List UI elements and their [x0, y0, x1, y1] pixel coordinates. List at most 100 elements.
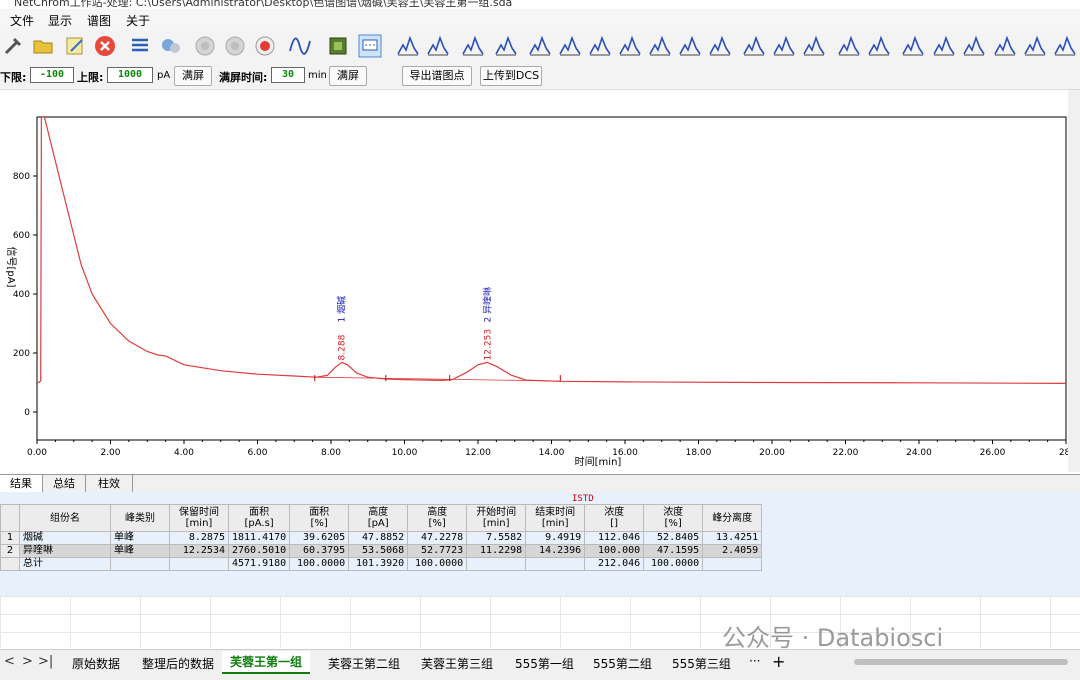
column-header[interactable]: 浓度 [%]	[643, 504, 704, 532]
x-tick-label: 0.00	[27, 448, 47, 458]
full-time-input[interactable]: 30	[271, 67, 305, 83]
toolbar	[0, 31, 1080, 63]
record-icon[interactable]	[252, 33, 278, 59]
column-header[interactable]: 面积 [%]	[289, 504, 350, 532]
column-header-text: [pA]	[367, 518, 389, 529]
x-tick-label: 18.00	[686, 448, 712, 458]
sheet-tab[interactable]: 原始数据	[72, 655, 120, 672]
chat-icon[interactable]	[357, 33, 383, 59]
disabled-circle-icon[interactable]	[192, 33, 218, 59]
export-points-button[interactable]: 导出谱图点	[402, 66, 472, 86]
menu-about[interactable]: 关于	[126, 12, 150, 29]
table-cell: 2.4059	[702, 544, 763, 558]
green-square-icon[interactable]	[325, 33, 351, 59]
column-header[interactable]: 浓度[]	[584, 504, 645, 532]
peak-tool-icon[interactable]	[587, 33, 613, 59]
sheet-horizontal-scrollbar[interactable]	[854, 659, 1068, 665]
tab-results[interactable]: 结果	[0, 475, 43, 493]
disabled-circle-icon[interactable]	[222, 33, 248, 59]
peak-tool-icon[interactable]	[395, 33, 421, 59]
peak-tool-icon[interactable]	[961, 33, 987, 59]
peak-tool-icon[interactable]	[677, 33, 703, 59]
sheet-tab[interactable]: 整理后的数据	[142, 655, 214, 672]
peak-tool-icon[interactable]	[900, 33, 926, 59]
sheet-prev-button[interactable]: <	[4, 654, 15, 669]
table-row[interactable]: 2 异喹啉 单峰 12.2534 2760.5010 60.3795 53.5068 52.7…	[0, 544, 763, 558]
peak-tool-icon[interactable]	[866, 33, 892, 59]
peak-wave-icon[interactable]	[287, 33, 313, 59]
menu-view[interactable]: 显示	[48, 12, 72, 29]
fullscreen-y-button[interactable]: 满屏	[174, 66, 212, 86]
peak-tool-icon[interactable]	[992, 33, 1018, 59]
table-cell	[525, 557, 586, 571]
column-header-text: 保留时间	[179, 507, 219, 518]
peak-tool-icon[interactable]	[493, 33, 519, 59]
column-header[interactable]: 开始时间 [min]	[466, 504, 527, 532]
fullscreen-x-button[interactable]: 满屏	[329, 66, 367, 86]
network-icon[interactable]	[158, 33, 184, 59]
menu-file[interactable]: 文件	[10, 12, 34, 29]
peak-tool-icon[interactable]	[801, 33, 827, 59]
sheet-tab[interactable]: 芙蓉王第二组	[328, 655, 400, 672]
peak-tool-icon[interactable]	[1052, 33, 1078, 59]
peak-tool-icon[interactable]	[557, 33, 583, 59]
column-header[interactable]: 峰分离度	[702, 504, 763, 532]
table-row[interactable]: 1 烟碱 单峰 8.2875 1811.4170 39.6205 47.8852 47.227…	[0, 531, 763, 545]
sheet-tab[interactable]: 555第三组	[672, 655, 731, 672]
peak-tool-icon[interactable]	[617, 33, 643, 59]
upper-limit-input[interactable]: 1000	[107, 67, 153, 83]
peak-tool-icon[interactable]	[460, 33, 486, 59]
edit-icon[interactable]	[62, 33, 88, 59]
tab-column-efficiency[interactable]: 柱效	[86, 475, 133, 493]
table-cell	[466, 557, 527, 571]
column-header-text: 高度	[368, 507, 389, 518]
chromatogram-chart[interactable]: 0.00 2.00 4.00 6.00 8.00 10.00 12.00 14.00 16.00…	[0, 90, 1070, 472]
chart-vertical-scrollbar[interactable]	[1068, 90, 1080, 472]
table-cell: 7.5582	[466, 531, 527, 545]
column-header[interactable]: 面积 [pA.s]	[227, 504, 291, 532]
peak-tool-icon[interactable]	[741, 33, 767, 59]
tab-summary[interactable]: 总结	[43, 475, 86, 493]
sheet-last-button[interactable]: >|	[38, 654, 53, 669]
peak-tool-icon[interactable]	[527, 33, 553, 59]
column-header[interactable]: 高度 [%]	[407, 504, 468, 532]
lower-limit-input[interactable]: -100	[30, 67, 74, 83]
tools-icon[interactable]	[0, 33, 26, 59]
table-cell: 100.000	[584, 544, 645, 558]
column-header[interactable]: 保留时间 [min]	[169, 504, 229, 532]
table-row[interactable]: 总计 4571.9180 100.0000 101.3920 100.0000 212.0…	[0, 557, 763, 571]
table-cell: 100.0000	[643, 557, 704, 571]
sheet-next-button[interactable]: >	[22, 654, 33, 669]
sheet-tab[interactable]: 555第二组	[593, 655, 652, 672]
list-icon[interactable]	[127, 33, 153, 59]
sheet-tab[interactable]: 芙蓉王第三组	[421, 655, 493, 672]
column-header[interactable]: 峰类别	[110, 504, 170, 532]
x-tick-label: 20.00	[759, 448, 785, 458]
y-tick-label: 800	[13, 172, 30, 182]
close-icon[interactable]	[92, 33, 118, 59]
y-tick-label: 400	[13, 290, 30, 300]
peak-tool-icon[interactable]	[771, 33, 797, 59]
upload-dcs-button[interactable]: 上传到DCS	[480, 66, 542, 86]
table-cell: 8.2875	[169, 531, 229, 545]
sheet-tab[interactable]: 芙蓉王第一组	[222, 651, 311, 674]
table-header-row: 组份名 峰类别 保留时间 [min] 面积 [pA.s] 面积 [%] 高度 [pA] 高度 [%] 开…	[0, 504, 763, 532]
table-cell: 52.7723	[407, 544, 468, 558]
peak-tool-icon[interactable]	[647, 33, 673, 59]
peak-tool-icon[interactable]	[1022, 33, 1048, 59]
column-header[interactable]: 结束时间 [min]	[525, 504, 586, 532]
add-sheet-button[interactable]: +	[772, 652, 785, 671]
x-tick-label: 2.00	[100, 448, 120, 458]
column-header[interactable]: 高度 [pA]	[348, 504, 409, 532]
result-tabs: 结果 总结 柱效	[0, 474, 1080, 494]
sheet-tab[interactable]: 555第一组	[515, 655, 574, 672]
row-index: 2	[0, 544, 20, 558]
peak-tool-icon[interactable]	[931, 33, 957, 59]
peak-tool-icon[interactable]	[836, 33, 862, 59]
peak-tool-icon[interactable]	[425, 33, 451, 59]
menu-spectrum[interactable]: 谱图	[87, 12, 111, 29]
open-folder-icon[interactable]	[30, 33, 56, 59]
column-header[interactable]: 组份名	[19, 504, 111, 532]
peak-tool-icon[interactable]	[707, 33, 733, 59]
sheet-more-button[interactable]: ···	[749, 654, 760, 668]
